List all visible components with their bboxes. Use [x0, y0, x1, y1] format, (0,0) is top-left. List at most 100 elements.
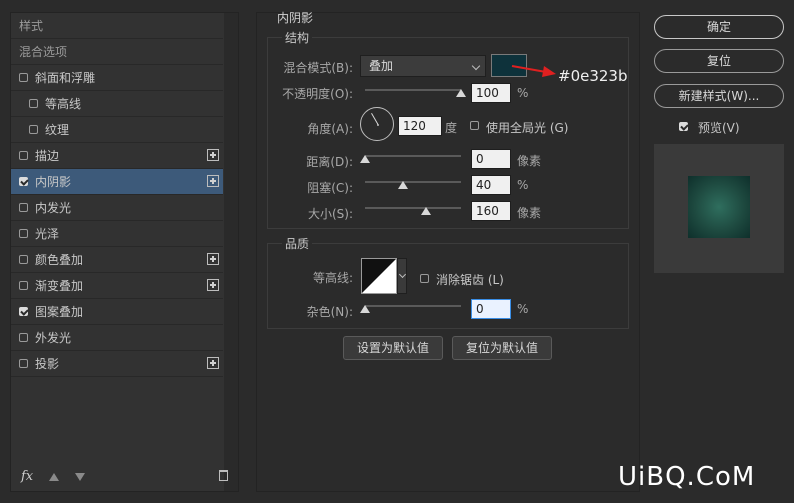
style-item-checkbox[interactable]	[19, 177, 28, 186]
size-label: 大小(S):	[307, 207, 353, 221]
anti-alias-checkbox[interactable]	[420, 274, 429, 283]
noise-unit: %	[517, 302, 529, 316]
style-item-label: 光泽	[35, 227, 60, 241]
move-up-icon[interactable]	[49, 473, 59, 481]
style-item[interactable]: 等高线	[11, 91, 223, 117]
style-item-label: 外发光	[35, 331, 72, 345]
new-style-button[interactable]: 新建样式(W)...	[654, 84, 784, 108]
style-item[interactable]: 外发光	[11, 325, 223, 351]
add-style-icon[interactable]	[207, 149, 219, 161]
contour-preview[interactable]	[361, 258, 397, 294]
angle-label: 角度(A):	[307, 122, 353, 136]
opacity-label: 不透明度(O):	[282, 87, 353, 101]
angle-input[interactable]: 120	[398, 116, 442, 136]
fx-icon[interactable]: fx	[21, 469, 33, 484]
style-item[interactable]: 颜色叠加	[11, 247, 223, 273]
add-style-icon[interactable]	[207, 253, 219, 265]
style-item-label: 描边	[35, 149, 60, 163]
add-style-icon[interactable]	[207, 279, 219, 291]
blend-mode-select[interactable]: 叠加	[360, 55, 486, 77]
style-item-label: 斜面和浮雕	[35, 71, 96, 85]
preview-swatch	[688, 176, 750, 238]
style-item-label: 纹理	[45, 123, 70, 137]
style-item-label: 颜色叠加	[35, 253, 84, 267]
style-item[interactable]: 渐变叠加	[11, 273, 223, 299]
blend-mode-label: 混合模式(B):	[283, 61, 353, 75]
styles-header[interactable]: 样式	[11, 13, 223, 39]
add-style-icon[interactable]	[207, 357, 219, 369]
style-item-label: 内阴影	[35, 175, 72, 189]
quality-legend: 品质	[282, 235, 313, 252]
style-item-checkbox[interactable]	[19, 203, 28, 212]
distance-slider-handle[interactable]	[360, 155, 370, 163]
opacity-unit: %	[517, 86, 529, 100]
style-list-scrollbar[interactable]	[224, 13, 238, 491]
size-input[interactable]: 160	[471, 201, 511, 221]
choke-input[interactable]: 40	[471, 175, 511, 195]
global-light-label: 使用全局光 (G)	[486, 121, 569, 135]
style-item-checkbox[interactable]	[19, 255, 28, 264]
style-item[interactable]: 内阴影	[11, 169, 223, 195]
angle-dial[interactable]	[360, 107, 394, 141]
chevron-down-icon	[398, 270, 407, 279]
style-item[interactable]: 内发光	[11, 195, 223, 221]
style-item-checkbox[interactable]	[29, 99, 38, 108]
style-item-label: 内发光	[35, 201, 72, 215]
angle-dial-needle	[371, 112, 379, 125]
section-title: 内阴影	[277, 11, 314, 25]
angle-unit: 度	[445, 121, 458, 135]
size-slider-track[interactable]	[365, 207, 461, 209]
choke-slider-handle[interactable]	[398, 181, 409, 189]
style-item-checkbox[interactable]	[19, 333, 28, 342]
reset-button[interactable]: 复位	[654, 49, 784, 73]
distance-label: 距离(D):	[306, 155, 353, 169]
contour-dropdown[interactable]	[397, 258, 407, 294]
opacity-slider-handle[interactable]	[456, 89, 466, 97]
styles-header-label: 样式	[19, 19, 44, 33]
color-hex-annotation: #0e323b	[558, 67, 628, 85]
style-item-checkbox[interactable]	[19, 281, 28, 290]
watermark-logo: UiBQ.CoM	[618, 462, 756, 492]
contour-curve-icon	[362, 259, 396, 293]
ok-button[interactable]: 确定	[654, 15, 784, 39]
blending-options-item[interactable]: 混合选项	[11, 39, 223, 65]
style-item[interactable]: 描边	[11, 143, 223, 169]
size-slider-handle[interactable]	[421, 207, 432, 215]
global-light-checkbox[interactable]	[470, 121, 479, 130]
distance-slider-track[interactable]	[365, 155, 461, 157]
noise-slider-handle[interactable]	[360, 305, 370, 313]
style-item-checkbox[interactable]	[19, 151, 28, 160]
set-default-button[interactable]: 设置为默认值	[343, 336, 443, 360]
opacity-input[interactable]: 100	[471, 83, 511, 103]
style-item-checkbox[interactable]	[19, 307, 28, 316]
preview-label: 预览(V)	[698, 121, 740, 135]
trash-icon[interactable]	[219, 470, 228, 481]
style-item[interactable]: 图案叠加	[11, 299, 223, 325]
add-style-icon[interactable]	[207, 175, 219, 187]
opacity-slider-track[interactable]	[365, 89, 461, 91]
structure-legend: 结构	[282, 29, 313, 46]
style-item-label: 图案叠加	[35, 305, 84, 319]
style-list: 样式 混合选项 斜面和浮雕等高线纹理描边内阴影内发光光泽颜色叠加渐变叠加图案叠加…	[11, 13, 223, 377]
preview-checkbox[interactable]	[679, 122, 688, 131]
style-item-label: 渐变叠加	[35, 279, 84, 293]
choke-slider-track[interactable]	[365, 181, 461, 183]
style-item[interactable]: 投影	[11, 351, 223, 377]
reset-default-button[interactable]: 复位为默认值	[452, 336, 552, 360]
noise-input[interactable]: 0	[471, 299, 511, 319]
style-item[interactable]: 斜面和浮雕	[11, 65, 223, 91]
noise-slider-track[interactable]	[365, 305, 461, 307]
layer-styles-panel: 样式 混合选项 斜面和浮雕等高线纹理描边内阴影内发光光泽颜色叠加渐变叠加图案叠加…	[10, 12, 239, 492]
move-down-icon[interactable]	[75, 473, 85, 481]
noise-label: 杂色(N):	[306, 305, 353, 319]
style-item[interactable]: 纹理	[11, 117, 223, 143]
choke-label: 阻塞(C):	[307, 181, 353, 195]
style-item-checkbox[interactable]	[29, 125, 38, 134]
style-item-checkbox[interactable]	[19, 359, 28, 368]
style-item-checkbox[interactable]	[19, 73, 28, 82]
distance-input[interactable]: 0	[471, 149, 511, 169]
anti-alias-label: 消除锯齿 (L)	[436, 273, 504, 287]
style-item[interactable]: 光泽	[11, 221, 223, 247]
style-item-checkbox[interactable]	[19, 229, 28, 238]
blend-mode-value: 叠加	[369, 59, 394, 73]
